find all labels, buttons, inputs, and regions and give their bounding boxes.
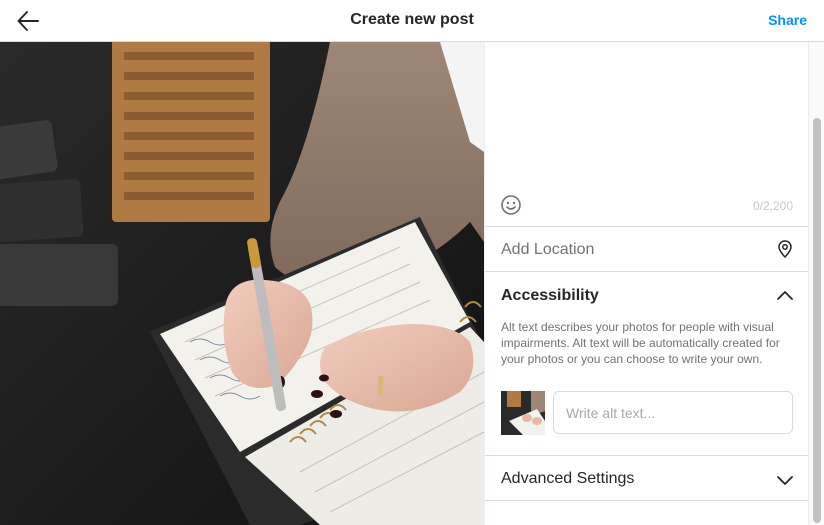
- post-photo: [0, 42, 484, 525]
- share-button[interactable]: Share: [768, 12, 807, 28]
- post-settings-panel: 0/2,200 Add Location Accessibility Alt t…: [484, 42, 809, 525]
- scrollbar-thumb[interactable]: [813, 118, 821, 523]
- accessibility-description: Alt text describes your photos for peopl…: [501, 320, 780, 366]
- modal-header: Create new post Share: [0, 0, 824, 42]
- advanced-settings-toggle[interactable]: Advanced Settings: [485, 456, 809, 501]
- caption-field[interactable]: 0/2,200: [485, 42, 809, 227]
- panel-scrollbar[interactable]: [808, 42, 824, 525]
- chevron-up-icon: [777, 291, 793, 300]
- accessibility-title: Accessibility: [501, 287, 599, 304]
- add-location-label: Add Location: [501, 241, 595, 258]
- add-location-field[interactable]: Add Location: [485, 227, 809, 272]
- chevron-down-icon: [777, 476, 793, 485]
- create-post-modal: Create new post Share 0/2,200 Add Locati…: [0, 0, 824, 525]
- page-title: Create new post: [350, 11, 474, 28]
- accessibility-toggle[interactable]: Accessibility: [485, 272, 809, 318]
- emoji-icon: [501, 195, 521, 215]
- advanced-settings-label: Advanced Settings: [501, 470, 635, 487]
- accessibility-section: Accessibility Alt text describes your ph…: [485, 272, 809, 456]
- emoji-button[interactable]: [500, 194, 522, 216]
- alt-text-input[interactable]: [553, 391, 793, 434]
- character-count: 0/2,200: [752, 199, 793, 213]
- location-pin-icon: [778, 240, 792, 258]
- photo-thumbnail: [501, 391, 545, 435]
